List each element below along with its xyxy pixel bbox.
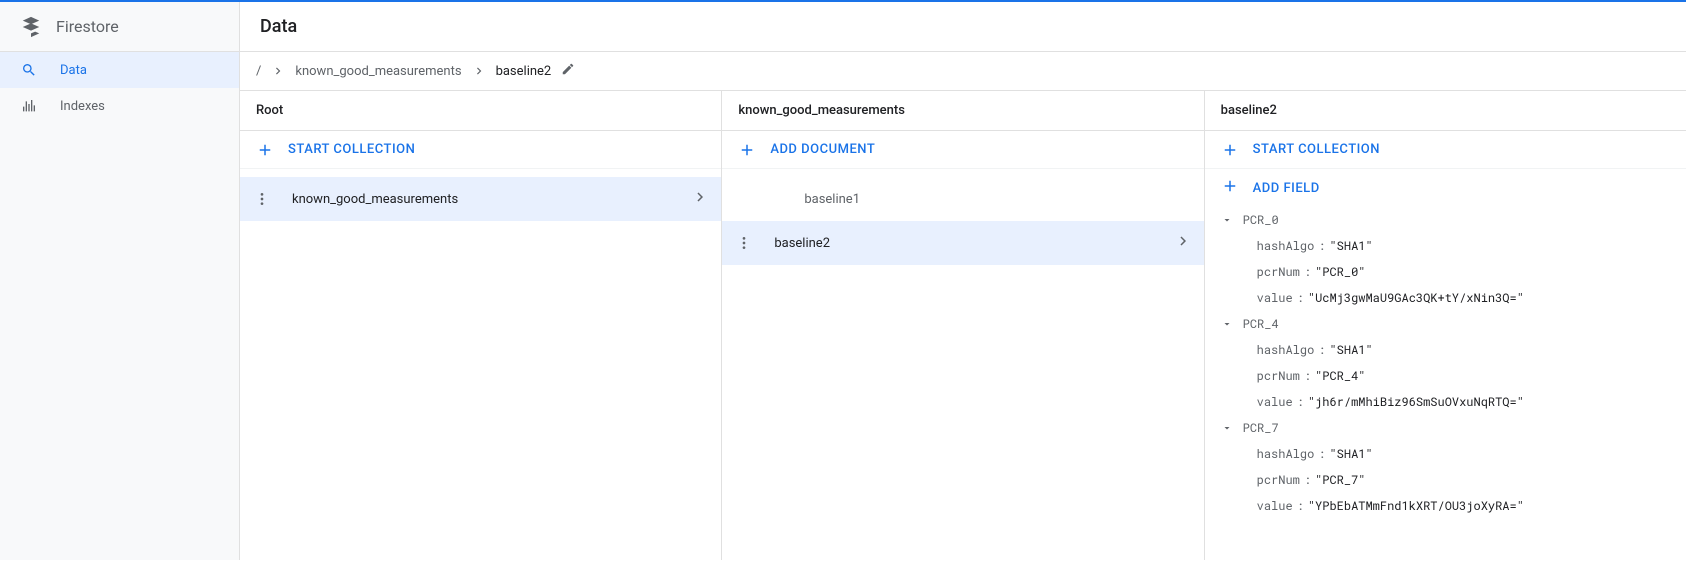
field-group: PCR_7hashAlgo: "SHA1"pcrNum: "PCR_7"valu… — [1205, 415, 1686, 519]
field-map-header[interactable]: PCR_4 — [1221, 311, 1686, 337]
doc-start-collection-button[interactable]: START COLLECTION — [1205, 131, 1686, 169]
colon: : — [1318, 342, 1325, 358]
field-kv[interactable]: value: "jh6r/mMhiBiz96SmSuOVxuNqRTQ=" — [1221, 389, 1686, 415]
field-kv[interactable]: hashAlgo: "SHA1" — [1221, 233, 1686, 259]
field-value: "YPbEbATMmFnd1kXRT/OU3joXyRA=" — [1308, 498, 1524, 514]
more-icon[interactable] — [734, 235, 754, 251]
plus-icon — [1221, 177, 1239, 199]
add-document-label: ADD DOCUMENT — [770, 142, 875, 157]
search-icon — [20, 62, 38, 78]
colon: : — [1297, 394, 1304, 410]
field-map-name: PCR_4 — [1243, 316, 1279, 332]
chevron-right-icon — [1174, 232, 1192, 254]
colon: : — [1304, 472, 1311, 488]
sidebar-item-label: Data — [60, 63, 87, 78]
field-value: "PCR_4" — [1315, 368, 1365, 384]
field-key: pcrNum — [1257, 368, 1300, 384]
collection-label: known_good_measurements — [282, 192, 681, 207]
main: Data / known_good_measurements baseline2… — [240, 2, 1686, 560]
field-kv[interactable]: pcrNum: "PCR_4" — [1221, 363, 1686, 389]
edit-icon[interactable] — [561, 62, 575, 80]
field-kv[interactable]: hashAlgo: "SHA1" — [1221, 441, 1686, 467]
field-map-name: PCR_0 — [1243, 212, 1279, 228]
field-key: pcrNum — [1257, 472, 1300, 488]
column-document-title: baseline2 — [1205, 91, 1686, 131]
field-key: pcrNum — [1257, 264, 1300, 280]
field-value: "PCR_7" — [1315, 472, 1365, 488]
colon: : — [1318, 238, 1325, 254]
chevron-right-icon — [271, 64, 285, 78]
field-value: "jh6r/mMhiBiz96SmSuOVxuNqRTQ=" — [1308, 394, 1524, 410]
field-key: hashAlgo — [1257, 342, 1315, 358]
page-title: Data — [240, 2, 1686, 52]
sidebar-item-label: Indexes — [60, 99, 105, 114]
sidebar-item-data[interactable]: Data — [0, 52, 239, 88]
field-map-header[interactable]: PCR_0 — [1221, 207, 1686, 233]
add-field-button[interactable]: ADD FIELD — [1205, 169, 1686, 207]
field-value: "PCR_0" — [1315, 264, 1365, 280]
doc-start-collection-label: START COLLECTION — [1253, 142, 1380, 157]
column-collection: known_good_measurements ADD DOCUMENT bas… — [722, 91, 1204, 560]
field-value: "SHA1" — [1329, 238, 1372, 254]
add-document-button[interactable]: ADD DOCUMENT — [722, 131, 1203, 169]
start-collection-button[interactable]: START COLLECTION — [240, 131, 721, 169]
add-field-label: ADD FIELD — [1253, 181, 1320, 196]
column-document: baseline2 START COLLECTION ADD FIELD PCR… — [1205, 91, 1686, 560]
colon: : — [1297, 290, 1304, 306]
breadcrumb: / known_good_measurements baseline2 — [240, 52, 1686, 90]
sidebar-item-indexes[interactable]: Indexes — [0, 88, 239, 124]
document-label: baseline1 — [764, 192, 1163, 207]
field-kv[interactable]: value: "YPbEbATMmFnd1kXRT/OU3joXyRA=" — [1221, 493, 1686, 519]
field-value: "SHA1" — [1329, 446, 1372, 462]
sidebar-header: Firestore — [0, 2, 239, 52]
column-root: Root START COLLECTION known_good_measure… — [240, 91, 722, 560]
column-collection-title: known_good_measurements — [722, 91, 1203, 131]
field-value: "UcMj3gwMaU9GAc3QK+tY/xNin3Q=" — [1308, 290, 1524, 306]
field-kv[interactable]: hashAlgo: "SHA1" — [1221, 337, 1686, 363]
field-key: value — [1257, 290, 1293, 306]
start-collection-label: START COLLECTION — [288, 142, 415, 157]
plus-icon — [256, 141, 274, 159]
firestore-logo-icon — [20, 16, 42, 38]
field-kv[interactable]: pcrNum: "PCR_7" — [1221, 467, 1686, 493]
collection-row[interactable]: known_good_measurements — [240, 177, 721, 221]
field-group: PCR_0hashAlgo: "SHA1"pcrNum: "PCR_0"valu… — [1205, 207, 1686, 311]
more-icon[interactable] — [252, 191, 272, 207]
field-group: PCR_4hashAlgo: "SHA1"pcrNum: "PCR_4"valu… — [1205, 311, 1686, 415]
caret-down-icon — [1221, 422, 1233, 434]
document-label: baseline2 — [764, 236, 1163, 251]
field-key: hashAlgo — [1257, 446, 1315, 462]
plus-icon — [738, 141, 756, 159]
field-key: hashAlgo — [1257, 238, 1315, 254]
breadcrumb-document[interactable]: baseline2 — [496, 64, 552, 79]
sidebar-title: Firestore — [56, 17, 119, 36]
chevron-right-icon — [691, 188, 709, 210]
colon: : — [1304, 368, 1311, 384]
plus-icon — [1221, 141, 1239, 159]
document-row[interactable]: baseline1 — [722, 177, 1203, 221]
field-value: "SHA1" — [1329, 342, 1372, 358]
field-key: value — [1257, 394, 1293, 410]
field-key: value — [1257, 498, 1293, 514]
indexes-icon — [20, 98, 38, 114]
colon: : — [1297, 498, 1304, 514]
breadcrumb-collection[interactable]: known_good_measurements — [295, 64, 461, 79]
breadcrumb-root-slash[interactable]: / — [256, 64, 261, 79]
chevron-right-icon — [472, 64, 486, 78]
colon: : — [1304, 264, 1311, 280]
column-root-title: Root — [240, 91, 721, 131]
field-kv[interactable]: value: "UcMj3gwMaU9GAc3QK+tY/xNin3Q=" — [1221, 285, 1686, 311]
colon: : — [1318, 446, 1325, 462]
field-map-header[interactable]: PCR_7 — [1221, 415, 1686, 441]
data-columns: Root START COLLECTION known_good_measure… — [240, 90, 1686, 560]
sidebar: Firestore Data Indexes — [0, 2, 240, 560]
field-kv[interactable]: pcrNum: "PCR_0" — [1221, 259, 1686, 285]
caret-down-icon — [1221, 214, 1233, 226]
document-row[interactable]: baseline2 — [722, 221, 1203, 265]
field-map-name: PCR_7 — [1243, 420, 1279, 436]
caret-down-icon — [1221, 318, 1233, 330]
